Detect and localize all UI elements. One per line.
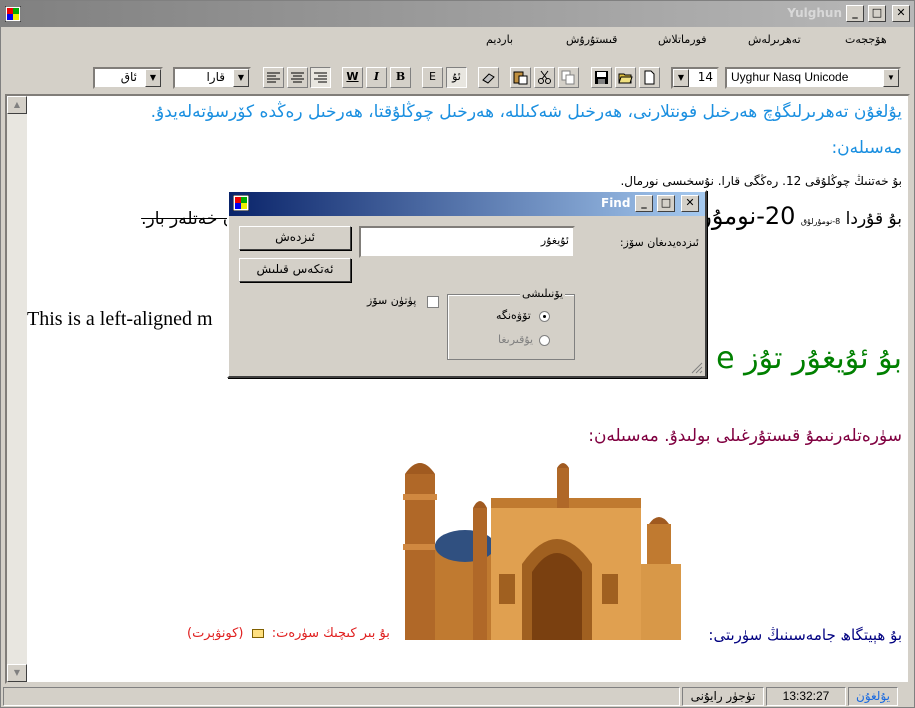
paste-button[interactable] [510,67,531,88]
font-size-value: 14 [697,70,713,84]
menu-item-file[interactable]: ھۆججەت [845,33,887,46]
status-mode: يۇلغۇن [848,687,898,706]
eraser-icon [482,73,495,84]
title-bar[interactable]: Yulghun _ □ ✕ [1,1,914,27]
menu-item-format[interactable]: فورماتلاش [658,33,707,46]
maximize-button[interactable]: □ [868,5,886,22]
cancel-button[interactable]: ئەتكەس قىلىش [239,258,351,282]
app-icon [5,6,21,22]
find-label: ئىزدەيدىغان سۆز: [619,236,699,249]
menu-item-extra[interactable]: بارديم [486,33,513,46]
document-area[interactable]: ▲ ▼ يۇلغۇن تەھرىرلىگۈچ ھەرخىل فونتلارنى،… [5,94,910,684]
italic-button[interactable]: I [366,67,387,88]
status-panel-empty [3,687,680,706]
dialog-maximize-button[interactable]: □ [657,195,675,212]
app-icon [233,195,249,211]
chevron-down-icon[interactable]: ▼ [145,69,161,87]
align-left-button[interactable] [263,67,284,88]
paste-icon [513,71,528,85]
doc-line-example: مەسىلەن: [831,138,902,158]
uyghur-mode-button[interactable]: ئۇ [446,67,467,88]
align-center-icon [291,72,304,83]
find-dialog: Find _ □ ✕ ئىزدەش ئەتكەس قىلىش ئۇيغۇر ئى… [227,190,707,378]
direction-down-label: تۆۋەنگە [496,309,531,322]
find-button[interactable]: ئىزدەش [239,226,351,250]
font-size-combo[interactable]: ▼ 14 [671,67,719,89]
small-picture-text: بۇ بىر كىچىك سۈرەت: [271,626,390,641]
direction-up-label: يۇقىرىغا [498,333,534,346]
mosque-image [403,463,681,640]
chevron-down-icon[interactable]: ▼ [233,69,249,87]
align-center-button[interactable] [287,67,308,88]
underline-button[interactable]: W [342,67,363,88]
background-color-combo[interactable]: ئاق ▼ [93,67,163,89]
chevron-down-icon[interactable]: ▼ [883,69,899,87]
cut-button[interactable] [534,67,555,88]
doc-line-normal: بۇ خەتنىڭ چوڭلۇقى 12. رەڭگى قارا. نۇسخىس… [620,174,902,188]
align-left-icon [267,72,280,83]
mosque-caption: بۇ ھېيتگاھ جامەسىنىڭ سۈرىتى: [708,626,902,644]
envelope-icon [251,629,264,638]
folder-open-icon [618,73,633,84]
doc-text: بۇ قۇردا [845,209,902,229]
doc-line-english: This is a left-aligned m [27,308,213,330]
dialog-close-button[interactable]: ✕ [681,195,699,212]
direction-group-label: يۆنىلىشى [520,287,566,300]
scissors-icon [538,70,551,84]
text-color-combo[interactable]: قارا ▼ [173,67,251,89]
toolbar: ئاق ▼ قارا ▼ W I B E ئۇ ▼ 14 Uyghur Nasq… [1,61,914,91]
status-bar: تۈجۈر رايۇنى 13:32:27 يۇلغۇن [1,687,914,707]
eraser-button[interactable] [478,67,499,88]
new-document-icon [644,70,655,85]
latin-mode-button[interactable]: E [422,67,443,88]
copy-button[interactable] [558,67,579,88]
window-title: Yulghun [787,6,842,20]
save-button[interactable] [591,67,612,88]
doc-text-big: 20-نومۇر [700,202,796,230]
doc-line-intro: يۇلغۇن تەھرىرلىگۈچ ھەرخىل فونتلارنى، ھەر… [150,102,902,122]
bold-button[interactable]: B [390,67,411,88]
scroll-up-button[interactable]: ▲ [7,96,27,114]
minimize-button[interactable]: _ [846,5,864,22]
doc-text-small: 8-نومۇرلۇق [800,217,841,226]
font-name-value: Uyghur Nasq Unicode [731,70,849,84]
scroll-down-button[interactable]: ▼ [7,664,27,682]
font-name-combo[interactable]: Uyghur Nasq Unicode ▼ [725,67,901,89]
small-picture-caption: بۇ بىر كىچىك سۈرەت: (كونۋېرت) [187,626,390,641]
small-picture-label: (كونۋېرت) [187,626,244,641]
status-state: تۈجۈر رايۇنى [682,687,764,706]
menu-item-edit[interactable]: تەھرىرلەش [748,33,801,46]
whole-word-label: پۈتۈن سۆز [367,294,417,307]
direction-group: يۆنىلىشى تۆۋەنگە يۇقىرىغا [447,287,575,360]
align-right-button[interactable] [310,67,331,88]
find-dialog-title: Find [601,196,631,210]
dialog-minimize-button[interactable]: _ [635,195,653,212]
menu-item-insert[interactable]: قىستۇرۇش [566,33,617,46]
new-document-button[interactable] [639,67,660,88]
chevron-down-icon[interactable]: ▼ [673,69,689,87]
close-button[interactable]: ✕ [892,5,910,22]
find-input[interactable]: ئۇيغۇر [359,226,575,258]
find-dialog-title-bar[interactable]: Find _ □ ✕ [229,192,705,216]
resize-grip-icon[interactable] [691,362,703,374]
status-time: 13:32:27 [766,687,846,706]
open-button[interactable] [615,67,636,88]
doc-line-green: بۇ ئۇيغۇر تۇز e [716,341,902,376]
whole-word-checkbox[interactable] [427,296,439,308]
doc-line-purple: سۈرەتلەرنىمۇ قىستۇرغىلى بولىدۇ. مەسىلەن: [588,426,902,446]
direction-down-radio[interactable] [539,311,550,322]
vertical-scrollbar[interactable]: ▲ ▼ [7,96,27,682]
align-right-icon [314,72,327,83]
copy-icon [561,70,575,85]
direction-up-radio[interactable] [539,335,550,346]
menu-bar: بارديم قىستۇرۇش فورماتلاش تەھرىرلەش ھۆجج… [1,29,914,51]
floppy-disk-icon [595,71,608,84]
